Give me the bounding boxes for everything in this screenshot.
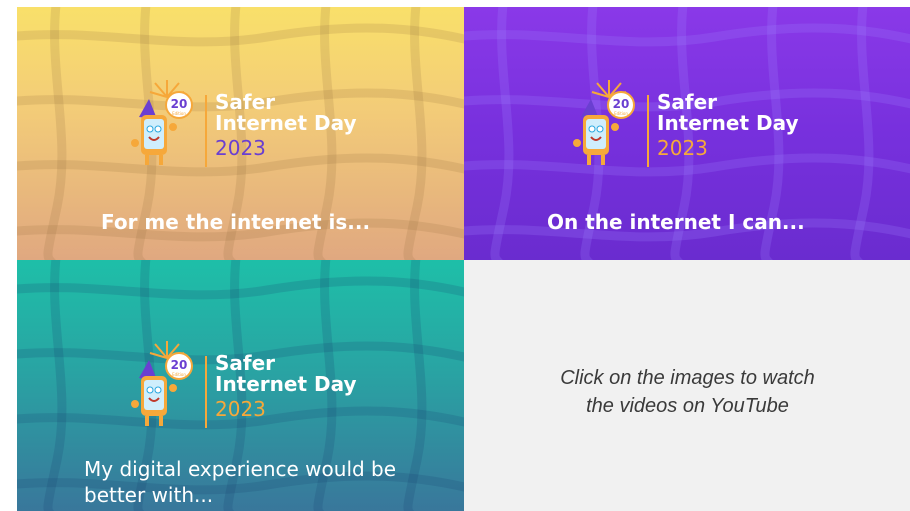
- instructions-text: Click on the images to watch the videos …: [464, 364, 910, 420]
- svg-text:Edition: Edition: [614, 111, 628, 116]
- logo-title: Safer Internet Day: [215, 351, 357, 396]
- video-thumbnail-internet-i-can[interactable]: 20 Edition Safer Internet Day 2023 On th…: [464, 7, 910, 260]
- svg-text:20: 20: [613, 97, 630, 111]
- video-caption: On the internet I can...: [547, 210, 805, 234]
- logo-wordmark: Safer Internet Day 2023: [657, 92, 807, 159]
- safer-internet-day-logo: 20 Edition Safer Internet Day 2023: [127, 338, 367, 443]
- mascot-phone-icon: 20 Edition: [573, 80, 635, 165]
- logo-year: 2023: [215, 136, 266, 160]
- video-caption: For me the internet is...: [101, 210, 371, 234]
- logo-year: 2023: [215, 397, 266, 421]
- svg-text:20: 20: [171, 358, 188, 372]
- mascot-phone-icon: 20 Edition: [131, 80, 193, 165]
- video-grid: 20 Edition Safer Internet Day 2023 For m…: [17, 7, 910, 511]
- logo-wordmark: Safer Internet Day 2023: [215, 353, 365, 420]
- mascot-phone-icon: 20 Edition: [131, 341, 193, 426]
- svg-text:Edition: Edition: [172, 372, 186, 377]
- logo-title: Safer Internet Day: [657, 90, 799, 135]
- video-caption: My digital experience would be better wi…: [84, 457, 397, 507]
- video-thumbnail-digital-experience[interactable]: 20 Edition Safer Internet Day 2023 My di…: [17, 260, 464, 511]
- logo-title: Safer Internet Day: [215, 90, 357, 135]
- safer-internet-day-logo: 20 Edition Safer Internet Day 2023: [127, 77, 367, 182]
- instructions-line-1: Click on the images to watch: [560, 367, 815, 389]
- logo-year: 2023: [657, 136, 708, 160]
- logo-divider: [205, 356, 207, 428]
- svg-text:20: 20: [171, 97, 188, 111]
- svg-text:Edition: Edition: [172, 111, 186, 116]
- logo-divider: [647, 95, 649, 167]
- instructions-panel: Click on the images to watch the videos …: [464, 260, 910, 511]
- video-thumbnail-internet-is[interactable]: 20 Edition Safer Internet Day 2023 For m…: [17, 7, 464, 260]
- logo-wordmark: Safer Internet Day 2023: [215, 92, 365, 159]
- instructions-line-2: the videos on YouTube: [586, 395, 789, 417]
- logo-divider: [205, 95, 207, 167]
- safer-internet-day-logo: 20 Edition Safer Internet Day 2023: [569, 77, 809, 182]
